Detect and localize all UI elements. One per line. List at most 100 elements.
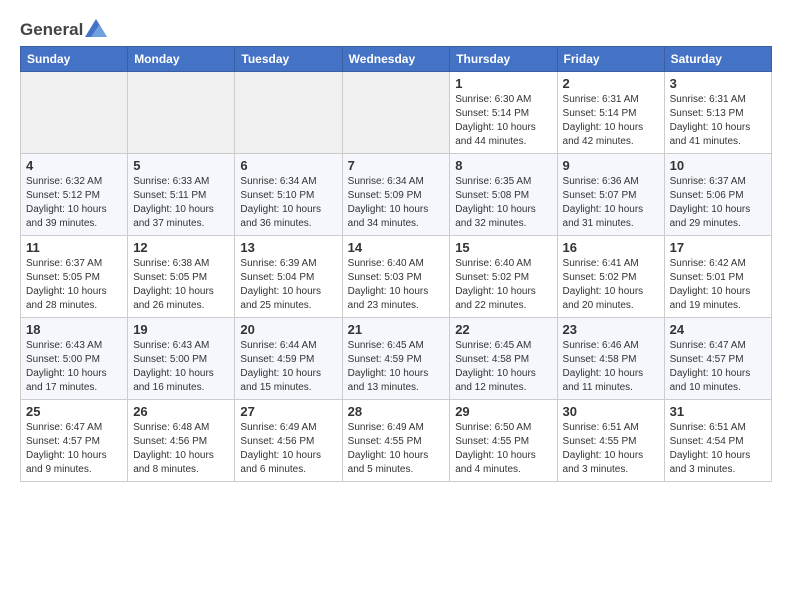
day-info-line: and 39 minutes. <box>26 217 122 231</box>
day-info-line: Daylight: 10 hours <box>670 285 766 299</box>
day-info-line: Sunset: 4:59 PM <box>348 353 445 367</box>
day-info-line: and 34 minutes. <box>348 217 445 231</box>
day-info-line: Sunset: 4:58 PM <box>563 353 659 367</box>
day-info-line: Sunset: 5:10 PM <box>240 189 336 203</box>
day-info-line: Daylight: 10 hours <box>348 449 445 463</box>
calendar-week-row: 11Sunrise: 6:37 AMSunset: 5:05 PMDayligh… <box>21 236 772 318</box>
day-number: 20 <box>240 322 336 337</box>
day-info-line: Sunrise: 6:30 AM <box>455 93 551 107</box>
day-info-line: Daylight: 10 hours <box>563 285 659 299</box>
day-number: 22 <box>455 322 551 337</box>
day-info-line: Sunrise: 6:49 AM <box>240 421 336 435</box>
day-info-line: Sunrise: 6:31 AM <box>670 93 766 107</box>
calendar-cell: 23Sunrise: 6:46 AMSunset: 4:58 PMDayligh… <box>557 318 664 400</box>
calendar-cell: 3 Sunrise: 6:31 AMSunset: 5:13 PMDaylight… <box>664 72 771 154</box>
calendar-cell: 6Sunrise: 6:34 AMSunset: 5:10 PMDaylight… <box>235 154 342 236</box>
day-info-line: Sunset: 5:02 PM <box>563 271 659 285</box>
day-number: 31 <box>670 404 766 419</box>
day-info-line: Daylight: 10 hours <box>26 285 122 299</box>
calendar-cell: 8Sunrise: 6:35 AMSunset: 5:08 PMDaylight… <box>450 154 557 236</box>
day-info-line: Sunset: 4:55 PM <box>455 435 551 449</box>
day-info-line: and 25 minutes. <box>240 299 336 313</box>
day-info-line: and 16 minutes. <box>133 381 229 395</box>
calendar-cell: 1 Sunrise: 6:30 AMSunset: 5:14 PMDaylight… <box>450 72 557 154</box>
calendar-cell: 5Sunrise: 6:33 AMSunset: 5:11 PMDaylight… <box>128 154 235 236</box>
day-info-line: Sunrise: 6:43 AM <box>26 339 122 353</box>
day-info-line: Sunset: 4:56 PM <box>240 435 336 449</box>
day-info-line: Daylight: 10 hours <box>670 367 766 381</box>
day-info-line: Daylight: 10 hours <box>563 367 659 381</box>
day-number: 9 <box>563 158 659 173</box>
day-info-line: and 20 minutes. <box>563 299 659 313</box>
calendar-cell: 11Sunrise: 6:37 AMSunset: 5:05 PMDayligh… <box>21 236 128 318</box>
day-info-line: and 32 minutes. <box>455 217 551 231</box>
day-info-line: Sunrise: 6:50 AM <box>455 421 551 435</box>
logo-general-text: General <box>20 20 83 40</box>
header-thursday: Thursday <box>450 47 557 72</box>
header-tuesday: Tuesday <box>235 47 342 72</box>
day-number: 25 <box>26 404 122 419</box>
day-info-line: Sunrise: 6:40 AM <box>455 257 551 271</box>
day-info-line: and 19 minutes. <box>670 299 766 313</box>
day-info-line: Daylight: 10 hours <box>240 449 336 463</box>
day-info-line: Sunset: 5:03 PM <box>348 271 445 285</box>
day-info-line: Daylight: 10 hours <box>133 367 229 381</box>
day-info-line: Daylight: 10 hours <box>563 449 659 463</box>
day-number: 3 <box>670 76 766 91</box>
calendar-cell: 21Sunrise: 6:45 AMSunset: 4:59 PMDayligh… <box>342 318 450 400</box>
day-info-line: and 5 minutes. <box>348 463 445 477</box>
day-info-line: and 29 minutes. <box>670 217 766 231</box>
calendar-cell: 15Sunrise: 6:40 AMSunset: 5:02 PMDayligh… <box>450 236 557 318</box>
day-info-line: Daylight: 10 hours <box>670 121 766 135</box>
day-info-line: and 17 minutes. <box>26 381 122 395</box>
day-info-line: and 26 minutes. <box>133 299 229 313</box>
day-info-line: Sunrise: 6:37 AM <box>26 257 122 271</box>
calendar-cell: 27Sunrise: 6:49 AMSunset: 4:56 PMDayligh… <box>235 400 342 482</box>
day-info-line: Daylight: 10 hours <box>26 449 122 463</box>
day-number: 19 <box>133 322 229 337</box>
day-info-line: Sunrise: 6:44 AM <box>240 339 336 353</box>
day-number: 30 <box>563 404 659 419</box>
header-wednesday: Wednesday <box>342 47 450 72</box>
day-info-line: Daylight: 10 hours <box>455 449 551 463</box>
logo: General <box>20 20 107 36</box>
day-info-line: Daylight: 10 hours <box>455 203 551 217</box>
day-number: 24 <box>670 322 766 337</box>
calendar-cell: 2Sunrise: 6:31 AMSunset: 5:14 PMDaylight… <box>557 72 664 154</box>
day-info-line: Sunset: 5:12 PM <box>26 189 122 203</box>
calendar-cell: 30Sunrise: 6:51 AMSunset: 4:55 PMDayligh… <box>557 400 664 482</box>
day-info-line: and 11 minutes. <box>563 381 659 395</box>
calendar-cell: 19Sunrise: 6:43 AMSunset: 5:00 PMDayligh… <box>128 318 235 400</box>
day-info-line: and 4 minutes. <box>455 463 551 477</box>
day-info-line: Sunset: 5:13 PM <box>670 107 766 121</box>
calendar-cell <box>21 72 128 154</box>
day-number: 17 <box>670 240 766 255</box>
day-info-line: and 3 minutes. <box>563 463 659 477</box>
day-number: 6 <box>240 158 336 173</box>
day-number: 4 <box>26 158 122 173</box>
day-info-line: and 37 minutes. <box>133 217 229 231</box>
day-info-line: Sunrise: 6:46 AM <box>563 339 659 353</box>
day-number: 1 <box>455 76 551 91</box>
calendar-week-row: 25Sunrise: 6:47 AMSunset: 4:57 PMDayligh… <box>21 400 772 482</box>
calendar-cell: 12Sunrise: 6:38 AMSunset: 5:05 PMDayligh… <box>128 236 235 318</box>
calendar-cell: 17Sunrise: 6:42 AMSunset: 5:01 PMDayligh… <box>664 236 771 318</box>
day-info-line: Sunset: 5:02 PM <box>455 271 551 285</box>
day-info-line: Sunset: 5:04 PM <box>240 271 336 285</box>
day-info-line: Daylight: 10 hours <box>563 121 659 135</box>
day-info-line: and 23 minutes. <box>348 299 445 313</box>
day-info-line: Daylight: 10 hours <box>240 367 336 381</box>
calendar-header-row: SundayMondayTuesdayWednesdayThursdayFrid… <box>21 47 772 72</box>
day-info-line: and 28 minutes. <box>26 299 122 313</box>
day-info-line: Sunrise: 6:36 AM <box>563 175 659 189</box>
day-info-line: Daylight: 10 hours <box>455 367 551 381</box>
day-number: 13 <box>240 240 336 255</box>
day-info-line: Daylight: 10 hours <box>455 121 551 135</box>
day-info-line: Daylight: 10 hours <box>133 449 229 463</box>
day-info-line: Sunrise: 6:47 AM <box>670 339 766 353</box>
day-number: 8 <box>455 158 551 173</box>
day-info-line: and 36 minutes. <box>240 217 336 231</box>
day-info-line: Sunset: 5:14 PM <box>455 107 551 121</box>
day-info-line: and 10 minutes. <box>670 381 766 395</box>
day-info-line: Daylight: 10 hours <box>563 203 659 217</box>
